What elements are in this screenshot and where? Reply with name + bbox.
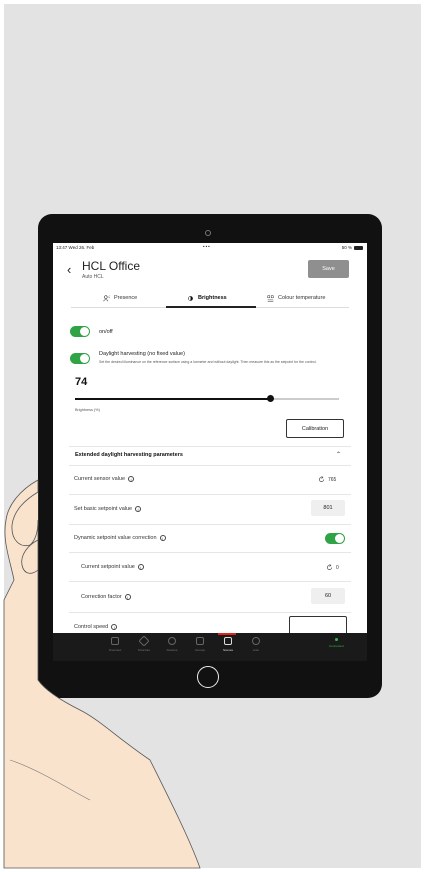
nav-auto[interactable]: Auto xyxy=(242,637,270,652)
calibration-button[interactable]: Calibration xyxy=(286,419,344,438)
nav-overview[interactable]: Overview xyxy=(101,637,129,652)
daylight-harvesting-toggle[interactable] xyxy=(70,353,90,364)
divider xyxy=(69,446,351,447)
presence-icon xyxy=(103,294,110,301)
devices-icon xyxy=(168,637,176,645)
daylight-harvesting-description: Set the desired illuminance on the refer… xyxy=(99,360,317,364)
tab-presence[interactable]: Presence xyxy=(103,289,137,307)
onoff-label: on/off xyxy=(99,329,113,335)
current-setpoint-value: 0 xyxy=(326,564,339,571)
nav-groups[interactable]: Groups xyxy=(186,637,214,652)
brightness-icon xyxy=(188,295,193,301)
colour-temperature-icon xyxy=(267,294,274,302)
back-chevron-icon[interactable]: ‹ xyxy=(67,263,71,276)
status-bar: 13:47 Wed 26. Feb ••• 50 % xyxy=(53,243,367,253)
page-title: HCL Office xyxy=(82,259,141,273)
tab-brightness[interactable]: Brightness xyxy=(187,289,227,307)
divider xyxy=(69,581,351,582)
brightness-label: Brightness (%) xyxy=(75,408,100,412)
collapse-chevron-icon[interactable]: ⌃ xyxy=(336,451,341,458)
battery-icon xyxy=(354,245,363,250)
refresh-icon[interactable] xyxy=(326,564,333,571)
dynamic-correction-toggle[interactable] xyxy=(325,533,345,544)
multitask-dots-icon[interactable]: ••• xyxy=(203,244,211,249)
divider xyxy=(69,494,351,495)
active-tab-indicator xyxy=(166,306,256,308)
connected-dot-icon xyxy=(334,638,338,641)
info-icon[interactable]: i xyxy=(128,476,135,482)
divider xyxy=(69,524,351,525)
connection-status: Connected xyxy=(329,638,344,648)
brightness-slider[interactable] xyxy=(75,395,339,402)
info-icon[interactable]: i xyxy=(124,594,131,600)
info-icon[interactable]: i xyxy=(137,564,144,570)
save-button[interactable]: Save xyxy=(308,260,349,278)
info-icon[interactable]: i xyxy=(111,624,118,630)
overview-icon xyxy=(111,637,119,645)
active-nav-indicator xyxy=(218,633,236,635)
brightness-slider-fill xyxy=(75,397,271,400)
page-subtitle: Auto HCL xyxy=(82,274,104,280)
nav-scenes[interactable]: Scenes xyxy=(214,637,242,652)
bottom-nav: Overview Structure Devices Groups Scenes… xyxy=(53,633,367,661)
refresh-icon[interactable] xyxy=(318,476,325,483)
status-time: 13:47 Wed 26. Feb xyxy=(56,245,95,250)
app-screen: 13:47 Wed 26. Feb ••• 50 % ‹ HCL Office … xyxy=(53,243,367,633)
basic-setpoint-row: Set basic setpoint value i xyxy=(74,506,142,512)
basic-setpoint-input[interactable]: 801 xyxy=(311,500,345,516)
current-sensor-row: Current sensor value i xyxy=(74,476,135,482)
groups-icon xyxy=(196,637,204,645)
scenes-icon xyxy=(224,637,232,645)
battery-indicator: 50 % xyxy=(342,245,363,250)
brightness-slider-knob[interactable] xyxy=(266,395,274,402)
daylight-harvesting-label: Daylight harvesting (no fixed value) xyxy=(99,351,185,357)
tab-bar: Presence Brightness Colour temperature xyxy=(71,289,349,308)
extended-section-title: Extended daylight harvesting parameters xyxy=(75,452,183,458)
control-speed-select[interactable] xyxy=(289,616,347,633)
divider xyxy=(69,612,351,613)
current-sensor-value: 765 xyxy=(318,476,336,483)
nav-structure[interactable]: Structure xyxy=(130,635,158,652)
auto-icon xyxy=(252,637,260,645)
nav-devices[interactable]: Devices xyxy=(158,637,186,652)
current-setpoint-row: Current setpoint value i xyxy=(81,564,144,570)
correction-factor-input[interactable]: 60 xyxy=(311,588,345,604)
brightness-value: 74 xyxy=(75,376,88,388)
control-speed-row: Control speed i xyxy=(74,624,118,630)
home-button[interactable] xyxy=(197,666,219,688)
info-icon[interactable]: i xyxy=(159,535,166,541)
divider xyxy=(69,465,351,466)
structure-icon xyxy=(138,635,150,647)
tab-colour-temperature[interactable]: Colour temperature xyxy=(267,289,325,307)
onoff-toggle[interactable] xyxy=(70,326,90,337)
correction-factor-row: Correction factor i xyxy=(81,594,131,600)
dynamic-correction-row: Dynamic setpoint value correction i xyxy=(74,535,166,541)
divider xyxy=(69,552,351,553)
info-icon[interactable]: i xyxy=(135,506,142,512)
